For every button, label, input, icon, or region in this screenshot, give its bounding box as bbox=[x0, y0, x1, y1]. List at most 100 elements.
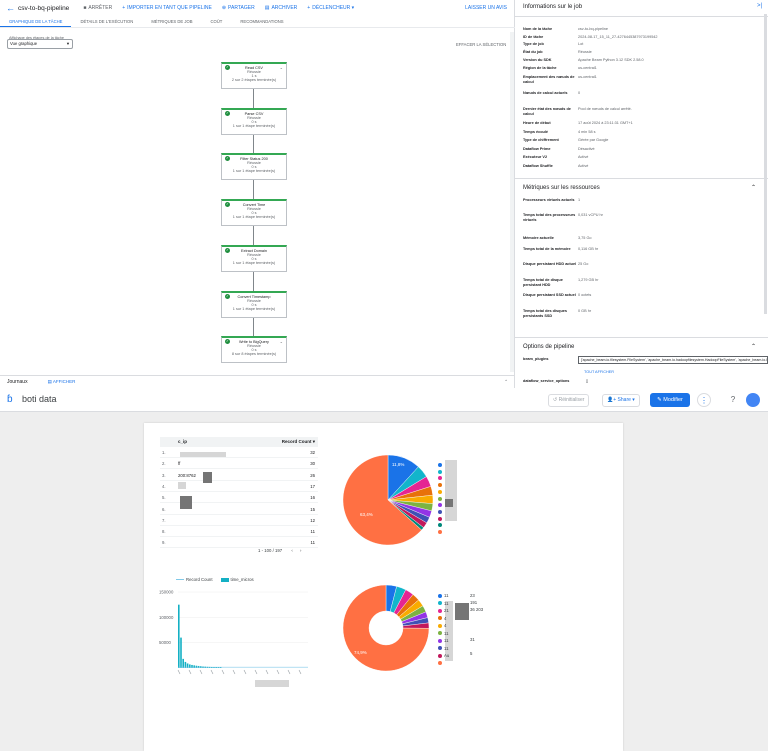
info-key: Type de chiffrement bbox=[523, 138, 559, 142]
pie-legend-item[interactable] bbox=[438, 489, 442, 494]
step-node-convert-time[interactable]: ✓ Convert Time Réussie 0 s 1 sur 1 étape… bbox=[221, 199, 287, 226]
step-node-parse-csv[interactable]: ✓ Parse CSV Réussie 0 s 1 sur 1 étape te… bbox=[221, 108, 287, 135]
trigger-button[interactable]: + DÉCLENCHEUR ▾ bbox=[307, 5, 354, 11]
pie-legend-item[interactable] bbox=[438, 509, 442, 514]
step-node-extract-domain[interactable]: ✓ Extract Domain Réussie 0 s 1 sur 1 éta… bbox=[221, 245, 287, 272]
info-scrollbar[interactable] bbox=[764, 14, 767, 314]
bar[interactable] bbox=[180, 637, 182, 668]
bar[interactable] bbox=[193, 665, 195, 668]
share-button[interactable]: 👤+ Share ▾ bbox=[602, 394, 640, 407]
chevron-down-icon[interactable]: ⌄ bbox=[280, 339, 283, 344]
share-button[interactable]: ⊕ PARTAGER bbox=[222, 5, 255, 11]
step-node-write-bigquery[interactable]: ✓ ⌄ Write to BigQuery Réussie 0 s 8 sur … bbox=[221, 336, 287, 363]
chevron-up-icon[interactable]: ⌃ bbox=[751, 184, 756, 191]
step-node-read-csv[interactable]: ✓ ⌄ Read CSV Réussie 1 s 2 sur 2 étapes … bbox=[221, 62, 287, 89]
table-row[interactable]: 3. 200:8762 26 bbox=[160, 470, 318, 481]
info-value: Gérée par Google bbox=[578, 138, 609, 142]
legend-line-swatch bbox=[176, 579, 184, 580]
edit-button[interactable]: ✎ Modifier bbox=[650, 393, 690, 407]
donut-chart[interactable]: 74,9% bbox=[338, 584, 438, 674]
tab-cost[interactable]: COÛT bbox=[202, 16, 232, 27]
step-node-filter-status[interactable]: ✓ Filter Status 200 Réussie 0 s 1 sur 1 … bbox=[221, 153, 287, 180]
import-pipeline-button[interactable]: + IMPORTER EN TANT QUE PIPELINE bbox=[122, 5, 212, 11]
dropdown-caret-icon: ▼ bbox=[66, 41, 70, 46]
x-tick-mark bbox=[276, 669, 280, 675]
pie-legend-item[interactable] bbox=[438, 516, 442, 521]
graph-display-select[interactable]: Vue graphique ▼ bbox=[7, 39, 73, 49]
legend-swatch bbox=[438, 623, 442, 628]
stop-icon: ■ bbox=[83, 5, 87, 11]
donut-legend-item[interactable]: 11 bbox=[438, 631, 448, 636]
legend-label: 4 bbox=[444, 615, 447, 621]
success-check-icon: ✓ bbox=[225, 294, 230, 299]
archive-button[interactable]: ▤ ARCHIVER bbox=[265, 5, 298, 11]
pie-chart-ip-share[interactable]: 63,4% 11,8% bbox=[338, 450, 438, 550]
column-header-record-count[interactable]: Record Count ▾ bbox=[282, 439, 315, 445]
info-value: 0 bbox=[578, 91, 581, 95]
looker-header: ɓ boti data ↺ Réinitialiser 👤+ Share ▾ ✎… bbox=[0, 388, 768, 412]
pie-legend-item[interactable] bbox=[438, 463, 442, 467]
more-options-icon[interactable]: ⋮ bbox=[697, 393, 711, 407]
legend-label: 11 bbox=[444, 600, 449, 606]
logs-show-button[interactable]: ▤ AFFICHER bbox=[48, 379, 76, 385]
legend-swatch bbox=[438, 601, 442, 605]
pie-legend-item[interactable] bbox=[438, 503, 442, 508]
clear-selection-button[interactable]: EFFACER LA SÉLECTION bbox=[456, 42, 506, 47]
prev-page-icon[interactable]: ‹ bbox=[291, 548, 292, 553]
legend-swatch bbox=[438, 463, 442, 467]
graph-edge bbox=[253, 318, 254, 336]
table-row[interactable]: 7. 12 bbox=[160, 515, 318, 526]
show-all-button[interactable]: TOUT AFFICHER bbox=[584, 370, 614, 374]
bar[interactable] bbox=[195, 665, 198, 668]
donut-legend-item[interactable]: 21 bbox=[438, 608, 449, 613]
row-index: 3. bbox=[162, 472, 166, 478]
pie-legend-item[interactable] bbox=[438, 530, 442, 534]
donut-legend-item[interactable]: 11 bbox=[438, 646, 448, 651]
feedback-link[interactable]: LAISSER UN AVIS bbox=[465, 5, 507, 11]
next-page-icon[interactable]: › bbox=[300, 548, 301, 553]
bar[interactable] bbox=[191, 664, 193, 668]
donut-legend-item[interactable]: 4 bbox=[438, 623, 446, 628]
chevron-down-icon[interactable]: ⌄ bbox=[280, 65, 283, 70]
donut-legend-item[interactable]: 11 bbox=[438, 601, 448, 606]
expand-icon[interactable]: ⌃ bbox=[504, 379, 508, 385]
donut-legend-item[interactable]: Au bbox=[438, 653, 449, 658]
report-title[interactable]: boti data bbox=[22, 394, 57, 404]
pie-legend-item[interactable] bbox=[438, 469, 442, 474]
info-row: Emplacement des nœuds de calcul us-centra… bbox=[523, 75, 758, 85]
help-icon[interactable]: ? bbox=[726, 393, 740, 407]
table-row[interactable]: 9. 11 bbox=[160, 537, 318, 549]
pie-legend-item[interactable] bbox=[438, 483, 442, 488]
donut-legend-item[interactable]: 11 bbox=[438, 638, 448, 643]
bar[interactable] bbox=[182, 658, 184, 668]
chevron-up-icon[interactable]: ⌃ bbox=[751, 343, 756, 350]
pie-legend-item[interactable] bbox=[438, 496, 442, 501]
table-row[interactable]: 2. ff 30 bbox=[160, 458, 318, 470]
looker-logo-icon[interactable]: ɓ bbox=[7, 394, 13, 405]
stop-button[interactable]: ■ ARRÊTER bbox=[83, 5, 112, 11]
avatar[interactable] bbox=[746, 393, 760, 407]
column-header-c-ip[interactable]: c_ip bbox=[178, 439, 187, 444]
redaction-block bbox=[180, 496, 192, 509]
pie-legend-item[interactable] bbox=[438, 476, 442, 481]
tab-job-graph[interactable]: GRAPHIQUE DE LA TÂCHE bbox=[0, 16, 72, 27]
bar-chart-time-micros[interactable]: 150000 100000 50000 bbox=[158, 584, 314, 680]
donut-legend-item[interactable]: 11 bbox=[438, 593, 448, 598]
tab-execution-details[interactable]: DÉTAILS DE L'EXÉCUTION bbox=[71, 16, 142, 27]
legend-swatch bbox=[438, 660, 442, 665]
pie-legend-item[interactable] bbox=[438, 523, 442, 528]
donut-legend-item[interactable] bbox=[438, 660, 444, 665]
tab-job-metrics[interactable]: MÉTRIQUES DE JOB bbox=[142, 16, 201, 27]
row-count: 26 bbox=[310, 472, 315, 478]
step-node-convert-timestamp[interactable]: ✓ Convert Timestamp Réussie 0 s 1 sur 1 … bbox=[221, 291, 287, 318]
bar[interactable] bbox=[178, 604, 180, 668]
back-arrow-icon[interactable]: ← bbox=[6, 3, 18, 13]
table-row[interactable]: 8. 11 bbox=[160, 526, 318, 538]
tab-recommendations[interactable]: RECOMMANDATIONS bbox=[231, 16, 292, 27]
donut-legend-item[interactable]: 4 bbox=[438, 616, 446, 621]
reset-button[interactable]: ↺ Réinitialiser bbox=[548, 394, 590, 407]
collapse-panel-icon[interactable]: >| bbox=[757, 3, 762, 9]
row-ip: 200:8762 bbox=[178, 472, 196, 478]
graph-scrollbar[interactable] bbox=[510, 32, 514, 372]
plus-icon: + bbox=[307, 5, 311, 11]
